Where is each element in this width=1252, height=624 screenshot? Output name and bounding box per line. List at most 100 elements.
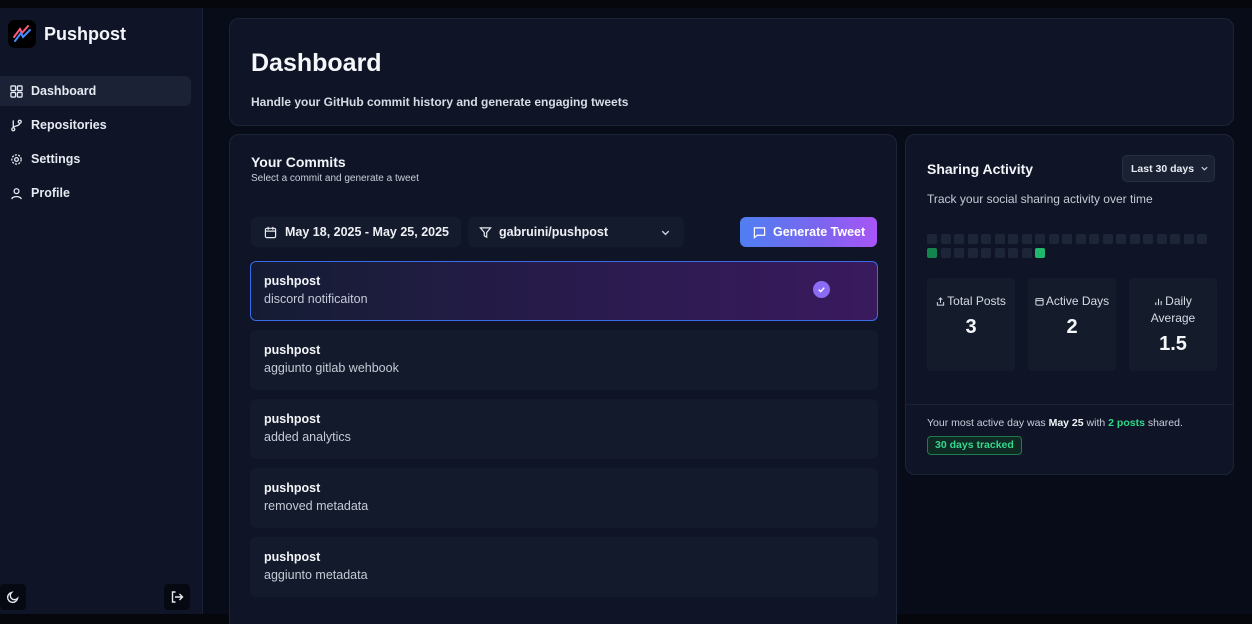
heatmap-cell[interactable]	[967, 234, 978, 244]
commit-item[interactable]: pushpost aggiunto gitlab wehbook	[250, 330, 878, 390]
heatmap-cell[interactable]	[940, 247, 951, 258]
stat-total-posts: Total Posts 3	[927, 278, 1015, 371]
most-active-day: May 25	[1048, 417, 1084, 429]
stat-label: Active Days	[1045, 294, 1110, 308]
heatmap-cell[interactable]	[1143, 234, 1153, 244]
share-icon	[936, 297, 945, 306]
heatmap-cell[interactable]	[927, 247, 937, 258]
commit-item[interactable]: pushpost added analytics	[250, 399, 878, 459]
logout-icon	[171, 591, 184, 603]
generate-tweet-label: Generate Tweet	[773, 225, 866, 239]
heatmap-cell[interactable]	[1183, 234, 1194, 244]
gear-icon	[11, 153, 22, 165]
stat-label: Total Posts	[947, 294, 1006, 308]
git-branch-icon	[11, 119, 22, 131]
sidebar-item-dashboard[interactable]: Dashboard	[0, 76, 191, 106]
heatmap-cell[interactable]	[981, 247, 991, 258]
heatmap-cell[interactable]	[940, 234, 951, 244]
stat-value: 1.5	[1159, 333, 1187, 355]
selected-check-icon	[813, 281, 830, 298]
commit-repo: pushpost	[264, 412, 321, 426]
chevron-down-icon	[1201, 166, 1208, 171]
sidebar-item-label: Repositories	[31, 118, 107, 132]
heatmap-cell[interactable]	[1048, 234, 1059, 244]
commit-repo: pushpost	[264, 274, 321, 288]
grid-icon	[10, 84, 23, 98]
page-subtitle: Handle your GitHub commit history and ge…	[251, 95, 629, 109]
page-title: Dashboard	[251, 49, 382, 77]
date-range-picker[interactable]: May 18, 2025 - May 25, 2025	[251, 217, 461, 247]
time-range-label: Last 30 days	[1131, 162, 1195, 175]
heatmap-cell[interactable]	[1156, 234, 1167, 244]
main-content: Dashboard Handle your GitHub commit hist…	[203, 8, 1252, 624]
stat-active-days: Active Days 2	[1028, 278, 1116, 371]
heatmap-cell[interactable]	[1129, 234, 1140, 244]
sidebar-item-label: Dashboard	[31, 84, 97, 98]
commit-message: removed metadata	[264, 499, 369, 513]
brand-name: Pushpost	[44, 23, 127, 44]
chevron-down-icon	[661, 230, 670, 236]
heatmap-cell[interactable]	[954, 247, 964, 258]
commit-message: discord notificaiton	[264, 292, 368, 306]
commit-item[interactable]: pushpost removed metadata	[250, 468, 878, 528]
stat-daily-average: Daily Average 1.5	[1129, 278, 1217, 371]
time-range-select[interactable]: Last 30 days	[1122, 155, 1215, 182]
calendar-icon	[264, 226, 277, 238]
heatmap-cell[interactable]	[1062, 234, 1072, 244]
heatmap-cell[interactable]	[1089, 234, 1099, 244]
heatmap-cell[interactable]	[927, 234, 937, 244]
filter-icon	[479, 226, 492, 238]
heatmap-cell[interactable]	[994, 234, 1005, 244]
sidebar: Pushpost Dashboard Repositories Settings…	[0, 8, 203, 614]
commits-subtitle: Select a commit and generate a tweet	[251, 173, 419, 184]
heatmap-cell[interactable]	[1035, 247, 1045, 258]
sidebar-nav: Dashboard Repositories Settings Profile	[0, 76, 202, 208]
commit-repo: pushpost	[264, 550, 321, 564]
repo-filter-select[interactable]: gabruini/pushpost	[468, 217, 684, 247]
logout-button[interactable]	[164, 584, 190, 610]
commit-item[interactable]: pushpost discord notificaiton	[250, 261, 878, 321]
repo-filter-label: gabruini/pushpost	[499, 225, 609, 239]
heatmap-cell[interactable]	[1170, 234, 1180, 244]
date-range-label: May 18, 2025 - May 25, 2025	[285, 225, 450, 239]
commit-repo: pushpost	[264, 481, 321, 495]
commits-card: Your Commits Select a commit and generat…	[229, 134, 897, 624]
activity-summary: Your most active day was May 25 with 2 p…	[927, 417, 1183, 429]
commit-message: aggiunto gitlab wehbook	[264, 361, 399, 375]
generate-tweet-button[interactable]: Generate Tweet	[740, 217, 877, 247]
sidebar-item-settings[interactable]: Settings	[0, 144, 191, 174]
heatmap-cell[interactable]	[1035, 234, 1045, 244]
header-card: Dashboard Handle your GitHub commit hist…	[229, 18, 1234, 126]
theme-toggle-button[interactable]	[0, 584, 26, 610]
heatmap-cell[interactable]	[967, 247, 978, 258]
brand[interactable]: Pushpost	[0, 8, 202, 60]
message-icon	[753, 226, 766, 239]
heatmap-cell[interactable]	[954, 234, 964, 244]
bar-chart-icon	[1155, 298, 1162, 306]
sharing-activity-card: Sharing Activity Last 30 days Track your…	[905, 134, 1234, 475]
heatmap-cell[interactable]	[1021, 247, 1032, 258]
heatmap-cell[interactable]	[1021, 234, 1032, 244]
heatmap-cell[interactable]	[1102, 234, 1113, 244]
heatmap-cell[interactable]	[1008, 247, 1018, 258]
commit-repo: pushpost	[264, 343, 321, 357]
heatmap-cell[interactable]	[981, 234, 991, 244]
activity-heatmap	[927, 234, 1217, 258]
user-icon	[11, 187, 22, 199]
sidebar-item-profile[interactable]: Profile	[0, 178, 191, 208]
activity-title: Sharing Activity	[927, 161, 1034, 177]
divider	[906, 404, 1233, 405]
commit-message: added analytics	[264, 430, 351, 444]
heatmap-cell[interactable]	[994, 247, 1005, 258]
sidebar-item-repositories[interactable]: Repositories	[0, 110, 191, 140]
stat-value: 3	[965, 316, 977, 338]
heatmap-cell[interactable]	[1008, 234, 1018, 244]
most-active-count: 2 posts	[1108, 417, 1145, 429]
heatmap-cell[interactable]	[1075, 234, 1086, 244]
sidebar-item-label: Profile	[31, 186, 70, 200]
activity-description: Track your social sharing activity over …	[927, 192, 1153, 206]
commit-item[interactable]: pushpost aggiunto metadata	[250, 537, 878, 597]
app-window: Pushpost Dashboard Repositories Settings…	[0, 8, 1252, 624]
heatmap-cell[interactable]	[1116, 234, 1126, 244]
heatmap-cell[interactable]	[1197, 234, 1207, 244]
